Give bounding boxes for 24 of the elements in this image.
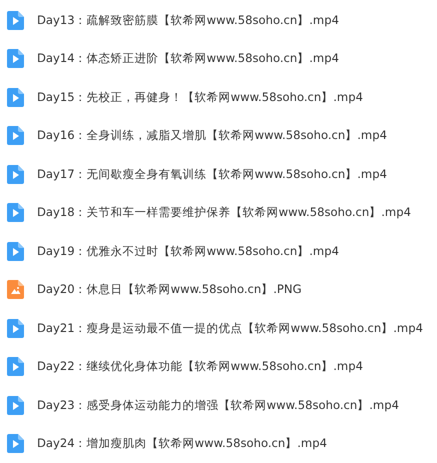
video-file-icon bbox=[7, 164, 24, 184]
video-file-icon bbox=[7, 10, 24, 30]
file-name[interactable]: Day21：瘦身是运动最不值一提的优点【软希网www.58soho.cn】.mp4 bbox=[37, 320, 423, 336]
video-file-icon bbox=[7, 396, 24, 415]
file-name[interactable]: Day20：休息日【软希网www.58soho.cn】.PNG bbox=[37, 282, 302, 298]
file-name[interactable]: Day15：先校正，再健身！【软希网www.58soho.cn】.mp4 bbox=[37, 90, 363, 105]
video-file-icon bbox=[7, 126, 24, 146]
file-name[interactable]: Day24：增加瘦肌肉【软希网www.58soho.cn】.mp4 bbox=[37, 436, 327, 452]
file-name[interactable]: Day16：全身训练，减脂又增肌【软希网www.58soho.cn】.mp4 bbox=[37, 128, 387, 144]
file-name[interactable]: Day13：疏解致密筋膜【软希网www.58soho.cn】.mp4 bbox=[37, 12, 339, 28]
file-name[interactable]: Day22：继续优化身体功能【软希网www.58soho.cn】.mp4 bbox=[37, 359, 363, 374]
video-file-icon bbox=[7, 434, 24, 454]
video-file-icon bbox=[7, 318, 24, 338]
file-name[interactable]: Day19：优雅永不过时【软希网www.58soho.cn】.mp4 bbox=[37, 244, 339, 259]
file-name[interactable]: Day23：感受身体运动能力的增强【软希网www.58soho.cn】.mp4 bbox=[37, 398, 399, 413]
video-file-icon bbox=[7, 49, 24, 68]
video-file-icon bbox=[7, 203, 24, 222]
video-file-icon bbox=[7, 357, 24, 376]
file-name[interactable]: Day14：体态矫正进阶【软希网www.58soho.cn】.mp4 bbox=[37, 51, 339, 66]
video-file-icon bbox=[7, 242, 24, 261]
image-file-icon bbox=[7, 280, 24, 300]
video-file-icon bbox=[7, 88, 24, 107]
file-name[interactable]: Day18：关节和车一样需要维护保养【软希网www.58soho.cn】.mp4 bbox=[37, 205, 411, 220]
file-name[interactable]: Day17：无间歇瘦全身有氧训练【软希网www.58soho.cn】.mp4 bbox=[37, 166, 387, 182]
